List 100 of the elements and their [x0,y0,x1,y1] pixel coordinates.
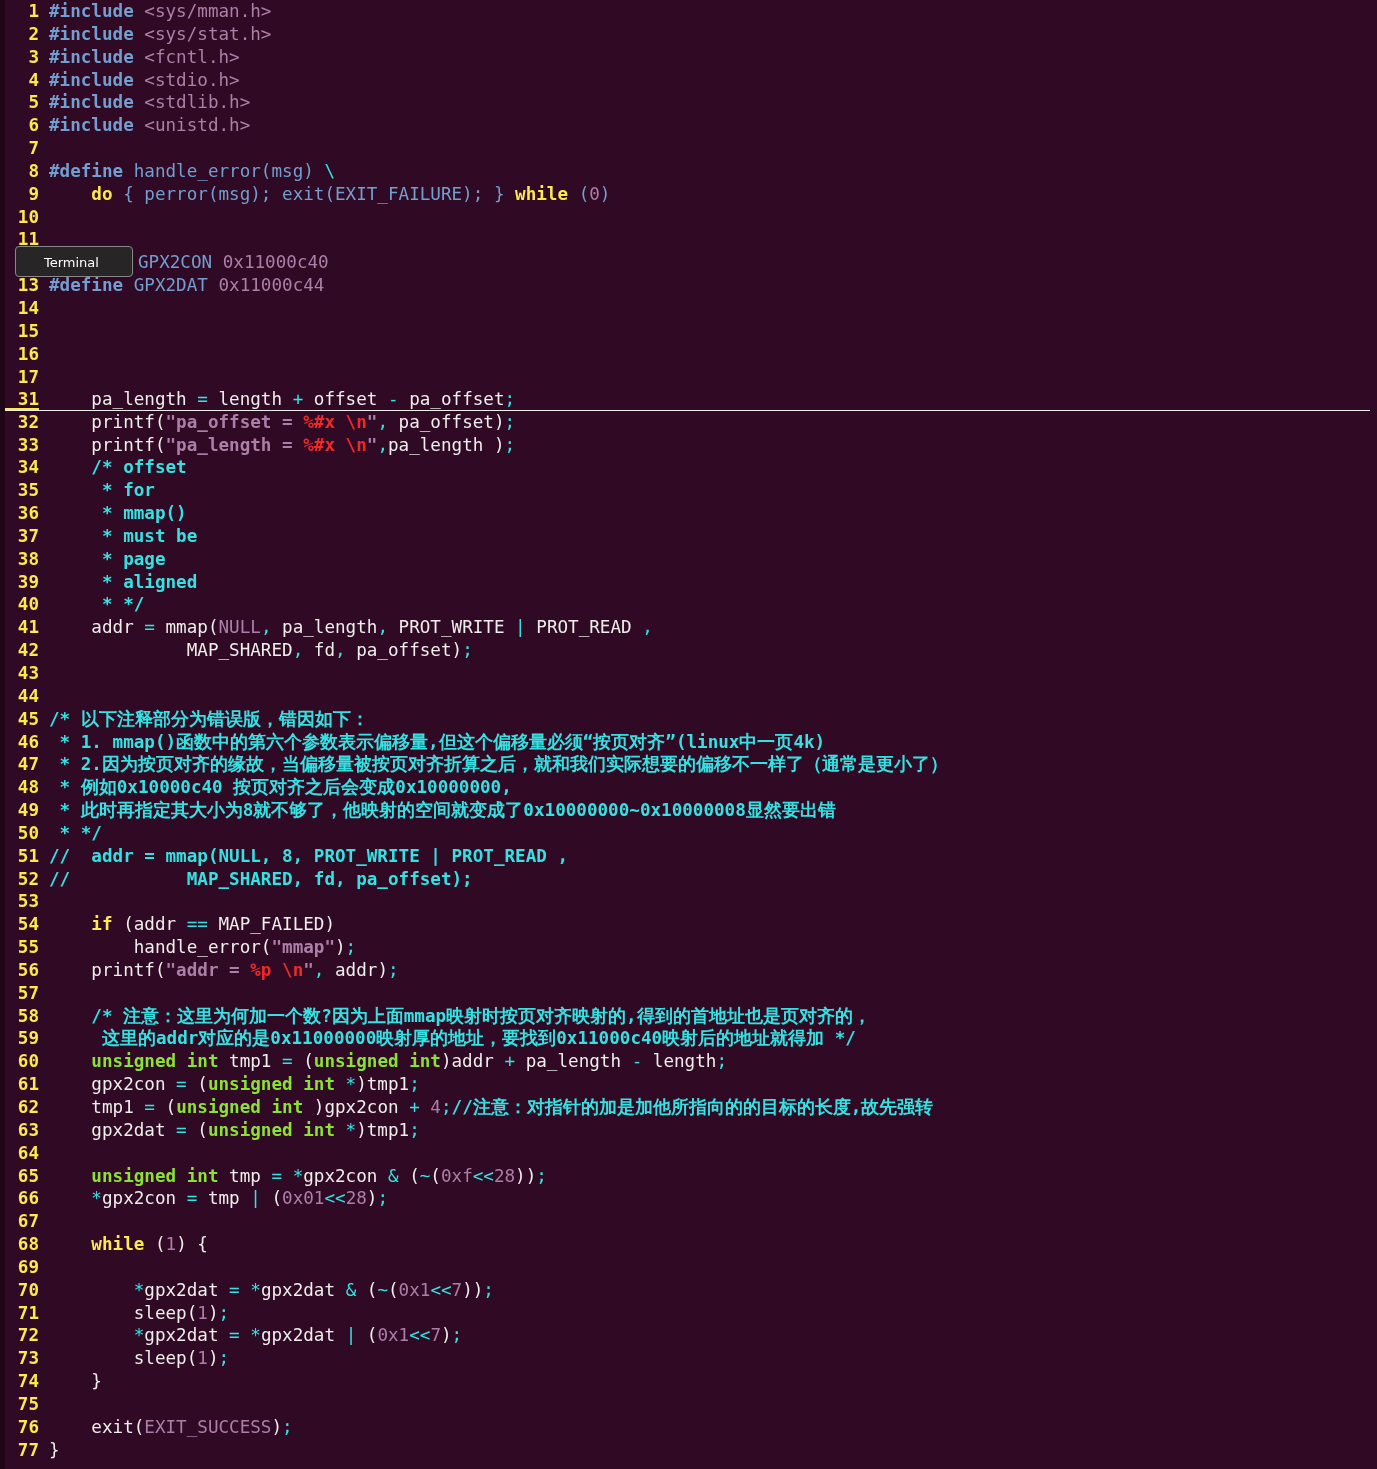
code-line: printf("pa_offset = %#x \n", pa_offset); [90,410,516,434]
code-line: } [90,1370,102,1393]
line-number: 64 [16,1141,39,1165]
code-line: * 2.因为按页对齐的缘故，当偏移量被按页对齐折算之后，就和我们实际想要的偏移不一样了（通常是更小了） [58,753,948,777]
line-number: 43 [16,661,39,685]
code-line: GPX2CON 0x11000c40 [138,251,329,275]
code-line: if (addr == MAP_FAILED) [90,913,335,937]
line-number: 31 [5,388,39,410]
code-line: } [49,1438,60,1462]
code-line: #define handle_error(msg) \ [49,159,335,183]
code-line: gpx2dat = (unsigned int *)tmp1; [90,1118,420,1142]
line-number: 68 [16,1233,39,1256]
code-line: tmp1 = (unsigned int )gpx2con + 4;//注意：对指针的加是加他所指向的的目标的长度,故先强转 [90,1096,934,1119]
line-number: 2 [27,22,39,46]
line-number: 38 [16,547,39,571]
code-line: while (1) { [90,1233,208,1256]
line-number: 17 [16,365,39,389]
line-number: 15 [16,319,39,343]
code-line: #include <sys/stat.h> [49,22,272,46]
line-number: 3 [27,45,39,69]
line-number: 76 [16,1415,39,1439]
line-number: 73 [16,1347,39,1371]
code-line: * */ [58,821,102,845]
line-number: 1 [27,0,39,23]
line-number: 6 [27,114,39,138]
line-number: 47 [16,753,39,777]
line-number: 5 [27,91,39,115]
code-line: * page [100,547,166,571]
line-number: 9 [27,182,39,206]
line-number: 72 [16,1324,39,1348]
code-line: handle_error("mmap"); [132,936,357,959]
code-line: printf("pa_length = %#x \n",pa_length ); [90,433,516,457]
code-line: *gpx2dat = *gpx2dat | (0x1<<7); [132,1324,463,1348]
line-number: 39 [16,570,39,594]
code-line: gpx2con = (unsigned int *)tmp1; [90,1073,420,1096]
line-number: 62 [16,1096,39,1119]
code-line: /* offset [90,456,187,480]
line-number: 44 [16,684,39,708]
code-line: unsigned int tmp1 = (unsigned int)addr + pa_length - length; [90,1050,727,1074]
code-line: /* 注意：这里为何加一个数?因为上面mmap映射时按页对齐映射的,得到的首地址也是页对齐的， [90,1004,871,1028]
code-line: sleep(1); [132,1301,230,1325]
code-line: * 此时再指定其大小为8就不够了，他映射的空间就变成了0x10000000~0x10000008显然要出错 [58,799,836,822]
line-number: 54 [16,913,39,937]
line-number: 67 [16,1210,39,1234]
code-line: MAP_SHARED, fd, pa_offset); [185,639,473,662]
code-line: *gpx2dat = *gpx2dat & (~(0x1<<7)); [132,1278,494,1302]
line-number: 69 [16,1255,39,1279]
code-line: #define GPX2DAT 0x11000c44 [49,274,325,297]
code-line: * mmap() [100,502,187,525]
code-line: * 1. mmap()函数中的第六个参数表示偏移量,但这个偏移量必须“按页对齐”(linux中一页4k) [58,730,826,754]
code-line: #include <stdio.h> [49,68,240,92]
tooltip: Terminal [15,246,133,277]
line-number: 51 [16,844,39,868]
code-line: // MAP_SHARED, fd, pa_offset); [49,867,473,891]
line-number: 16 [16,342,39,366]
code-line: 这里的addr对应的是0x11000000映射厚的地址，要找到0x11000c40映射后的地址就得加 */ [100,1027,856,1051]
line-number: 77 [16,1438,39,1462]
line-number: 37 [16,524,39,548]
line-number: 10 [16,205,39,229]
line-number: 70 [16,1278,39,1302]
line-number: 8 [27,159,39,183]
line-number: 41 [16,616,39,640]
line-number: 55 [16,936,39,959]
line-number: 45 [16,707,39,731]
code-line: #include <sys/mman.h> [49,0,272,23]
code-line: * 例如0x10000c40 按页对齐之后会变成0x10000000, [58,776,512,800]
code-line: *gpx2con = tmp | (0x01<<28); [90,1187,388,1211]
line-number: 58 [16,1004,39,1028]
line-number: 59 [16,1027,39,1051]
line-number: 14 [16,296,39,320]
code-line: exit(EXIT_SUCCESS); [90,1415,293,1439]
line-number: 33 [16,433,39,457]
line-number: 7 [27,137,39,160]
line-number: 36 [16,502,39,525]
code-line: #include <unistd.h> [49,114,251,138]
line-number: 4 [27,68,39,92]
line-number: 63 [16,1118,39,1142]
code-line: * must be [100,524,198,548]
code-line: * for [100,479,155,503]
code-line: * aligned [100,570,198,594]
line-number: 48 [16,776,39,800]
line-number: 66 [16,1187,39,1211]
line-number: 65 [16,1164,39,1188]
line-number: 56 [16,958,39,982]
code-line: printf("addr = %p \n", addr); [90,958,399,982]
code-line: /* 以下注释部分为错误版，错因如下： [49,707,369,731]
code-line: pa_length = length + offset - pa_offset; [90,388,516,410]
line-number: 46 [16,730,39,754]
line-number: 57 [16,981,39,1005]
code-line: sleep(1); [132,1347,230,1371]
code-line: addr = mmap(NULL, pa_length, PROT_WRITE | PROT_READ , [90,616,653,640]
code-line: #include <fcntl.h> [49,45,240,69]
line-number: 42 [16,639,39,662]
line-number: 60 [16,1050,39,1074]
line-number: 75 [16,1392,39,1416]
code-line: unsigned int tmp = *gpx2con & (~(0xf<<28)); [90,1164,547,1188]
line-number: 35 [16,479,39,503]
line-number: 74 [16,1370,39,1393]
line-number: 52 [16,867,39,891]
line-number: 40 [16,593,39,617]
